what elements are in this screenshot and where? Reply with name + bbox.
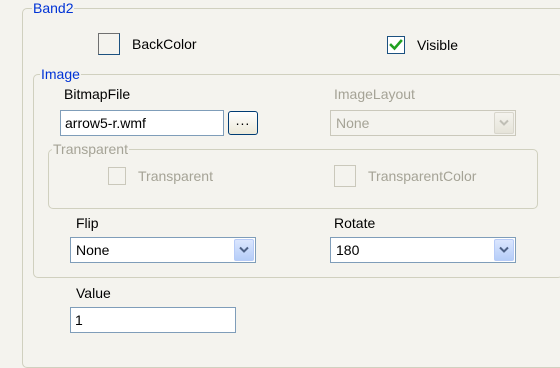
imagelayout-select: None <box>330 110 516 136</box>
backcolor-checkbox-row[interactable]: BackColor <box>98 32 197 56</box>
chevron-down-icon[interactable] <box>494 239 514 261</box>
flip-label: Flip <box>76 215 99 231</box>
backcolor-label: BackColor <box>132 36 197 52</box>
transparentcolor-label: TransparentColor <box>368 168 477 184</box>
transparent-checkbox-row: Transparent <box>108 164 213 188</box>
transparent-legend: Transparent <box>52 141 129 157</box>
chevron-down-icon <box>494 112 514 134</box>
rotate-value: 180 <box>336 242 360 258</box>
visible-checkbox[interactable] <box>387 36 405 54</box>
chevron-down-icon[interactable] <box>234 239 254 261</box>
transparentcolor-swatch <box>334 165 356 187</box>
rotate-select[interactable]: 180 <box>330 237 516 263</box>
image-legend: Image <box>40 66 81 82</box>
flip-select[interactable]: None <box>70 237 256 263</box>
transparent-checkbox <box>108 167 126 185</box>
bitmapfile-input[interactable]: arrow5-r.wmf <box>60 110 224 136</box>
value-input[interactable]: 1 <box>70 307 236 333</box>
flip-value: None <box>76 242 110 258</box>
visible-checkbox-row[interactable]: Visible <box>387 33 458 57</box>
band-legend: Band2 <box>32 0 75 16</box>
value-label: Value <box>76 285 111 301</box>
transparentcolor-checkbox-row: TransparentColor <box>334 164 476 188</box>
transparent-label: Transparent <box>138 168 213 184</box>
imagelayout-value: None <box>336 115 370 131</box>
bitmapfile-label: BitmapFile <box>64 86 131 102</box>
imagelayout-label: ImageLayout <box>334 86 415 102</box>
rotate-label: Rotate <box>334 215 376 231</box>
visible-label: Visible <box>417 37 458 53</box>
backcolor-checkbox[interactable] <box>98 33 120 55</box>
browse-button[interactable]: ... <box>228 111 258 135</box>
checkmark-icon <box>389 39 403 51</box>
